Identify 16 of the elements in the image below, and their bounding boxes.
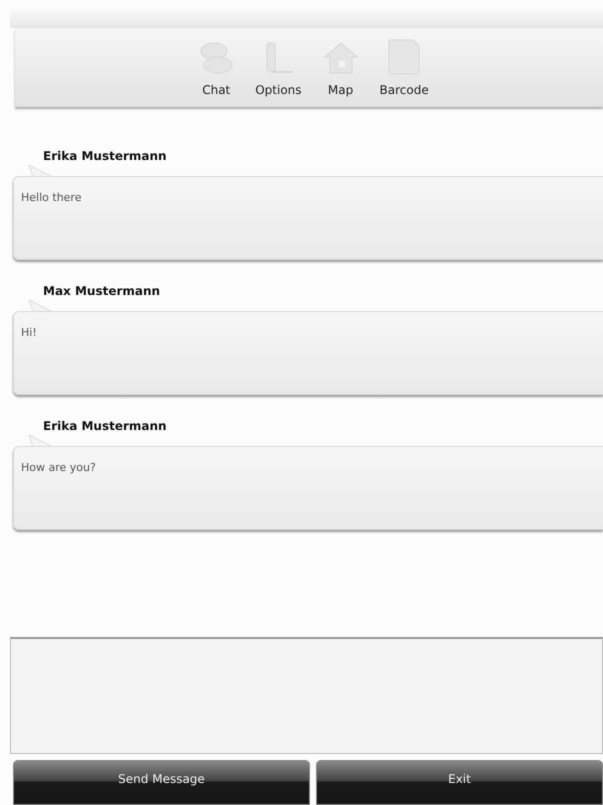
document-icon <box>387 39 422 75</box>
message-text: Hello there <box>21 191 82 204</box>
sender-name: Erika Mustermann <box>43 149 168 165</box>
message-input[interactable] <box>10 637 603 754</box>
message-text: How are you? <box>21 461 96 474</box>
toolbar-button[interactable]: Chat <box>191 41 242 107</box>
action-button[interactable]: Exit <box>316 760 603 805</box>
chat-bubbles-icon <box>199 41 234 75</box>
sender-name: Erika Mustermann <box>43 419 168 435</box>
toolbar-button[interactable]: Barcode <box>372 39 437 107</box>
message-text: Hi! <box>21 326 37 339</box>
toolbar-button[interactable]: Map <box>316 41 366 107</box>
house-icon <box>324 41 358 75</box>
sender-name: Max Mustermann <box>43 284 162 300</box>
toolbar-button[interactable]: Options <box>247 41 310 107</box>
action-button[interactable]: Send Message <box>13 760 310 805</box>
